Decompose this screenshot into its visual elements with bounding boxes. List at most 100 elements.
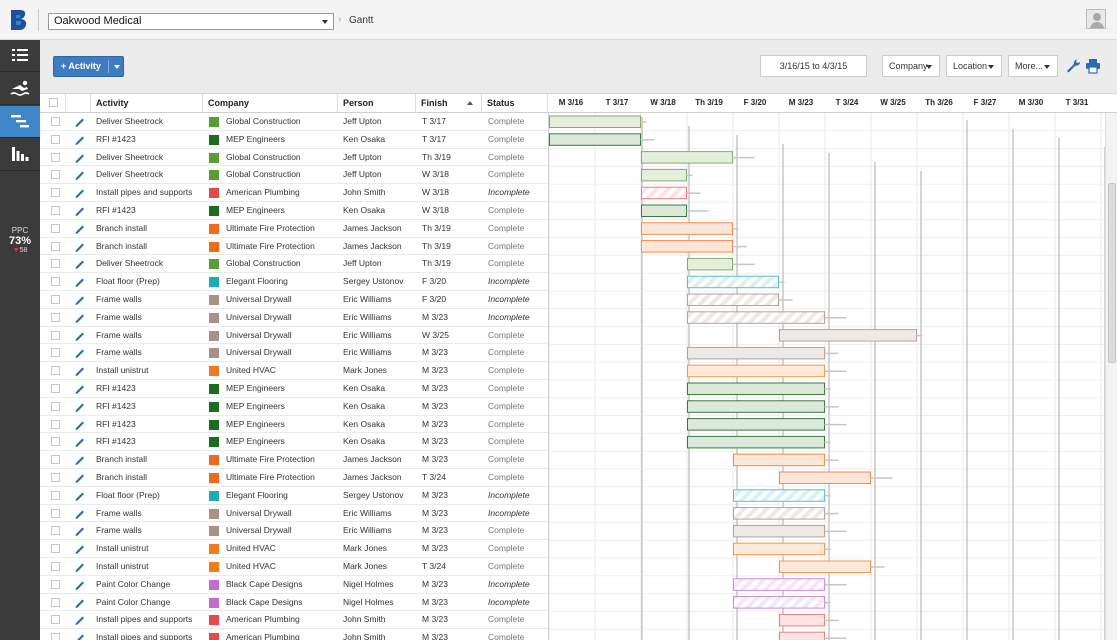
edit-pencil-icon[interactable] [74,295,86,305]
activity-cell[interactable]: RFI #1423 [96,433,202,450]
table-row[interactable]: Deliver Sheetrock Global Construction Jeff… [40,255,548,274]
activity-cell[interactable]: Install unistrut [96,558,202,575]
activity-cell[interactable]: Frame walls [96,309,202,326]
table-row[interactable]: Paint Color Change Black Cape Designs Nige… [40,594,548,612]
row-checkbox[interactable] [51,579,60,589]
edit-pencil-icon[interactable] [74,402,86,412]
table-row[interactable]: Float floor (Prep) Elegant Flooring Sergey… [40,273,548,291]
table-row[interactable]: Float floor (Prep) Elegant Flooring Sergey… [40,487,548,505]
ppc-widget[interactable]: PPC 73% ▼58 [0,226,40,254]
gantt-bar[interactable] [687,418,825,431]
row-checkbox[interactable] [51,633,60,640]
row-checkbox[interactable] [51,259,60,269]
gantt-bar[interactable] [733,578,825,591]
column-header-status[interactable]: Status [482,94,548,112]
activity-cell[interactable]: Paint Color Change [96,594,202,611]
wrench-icon[interactable] [1065,58,1081,74]
table-row[interactable]: Branch install Ultimate Fire Protection Ja… [40,238,548,256]
activity-cell[interactable]: Frame walls [96,522,202,539]
sidebar-item-pull-plan[interactable] [0,73,40,105]
table-row[interactable]: Frame walls Universal Drywall Eric William… [40,522,548,541]
activity-cell[interactable]: RFI #1423 [96,398,202,415]
table-row[interactable]: Install pipes and supports American Plumb… [40,184,548,202]
table-row[interactable]: Install pipes and supports American Plumb… [40,629,548,640]
table-row[interactable]: Frame walls Universal Drywall Eric William… [40,309,548,327]
row-checkbox[interactable] [51,508,60,518]
row-checkbox[interactable] [51,597,60,607]
gantt-bar[interactable] [779,560,871,573]
add-activity-button[interactable]: + Activity [53,56,124,77]
edit-pencil-icon[interactable] [74,580,86,590]
logo-icon[interactable] [8,8,28,32]
edit-pencil-icon[interactable] [74,633,86,640]
select-all-checkbox[interactable] [49,98,58,107]
column-header-finish[interactable]: Finish [416,94,482,112]
activity-cell[interactable]: Install pipes and supports [96,184,202,201]
edit-pencil-icon[interactable] [74,242,86,252]
activity-cell[interactable]: RFI #1423 [96,416,202,433]
edit-pencil-icon[interactable] [74,313,86,323]
gantt-bar[interactable] [687,435,825,449]
column-header-person[interactable]: Person [338,94,416,112]
row-checkbox[interactable] [51,455,60,465]
row-checkbox[interactable] [51,295,60,304]
edit-pencil-icon[interactable] [74,615,86,626]
table-row[interactable]: Deliver Sheetrock Global Construction Jeff… [40,113,548,131]
table-row[interactable]: Branch install Ultimate Fire Protection Ja… [40,469,548,487]
gantt-bar[interactable] [687,400,825,413]
gantt-bar[interactable] [687,311,825,324]
row-checkbox[interactable] [51,544,60,554]
chevron-down-icon[interactable] [114,65,120,69]
gantt-bar[interactable] [641,240,733,253]
row-checkbox[interactable] [51,437,60,447]
table-row[interactable]: Install pipes and supports American Plumb… [40,611,548,630]
row-checkbox[interactable] [51,134,60,144]
table-row[interactable]: Branch install Ultimate Fire Protection Ja… [40,451,548,469]
gantt-bar[interactable] [779,471,871,484]
activity-cell[interactable]: Frame walls [96,505,202,522]
activity-cell[interactable]: Deliver Sheetrock [96,166,202,183]
edit-pencil-icon[interactable] [74,455,86,466]
activity-cell[interactable]: Frame walls [96,344,202,361]
row-checkbox[interactable] [51,526,60,536]
row-checkbox[interactable] [51,615,60,625]
row-checkbox[interactable] [51,473,60,482]
edit-pencil-icon[interactable] [74,562,86,572]
row-checkbox[interactable] [51,366,60,376]
row-checkbox[interactable] [51,206,60,215]
edit-pencil-icon[interactable] [74,544,86,555]
table-row[interactable]: Deliver Sheetrock Global Construction Jeff… [40,166,548,185]
activity-cell[interactable]: Deliver Sheetrock [96,113,202,130]
table-row[interactable]: Frame walls Universal Drywall Eric William… [40,505,548,523]
row-checkbox[interactable] [51,330,60,340]
table-row[interactable]: RFI #1423 MEP Engineers Ken Osaka M 3/23 Com… [40,416,548,434]
activity-cell[interactable]: Deliver Sheetrock [96,255,202,272]
activity-cell[interactable]: Frame walls [96,327,202,344]
edit-pencil-icon[interactable] [74,331,86,341]
vertical-scrollbar[interactable] [1105,113,1117,640]
edit-pencil-icon[interactable] [74,259,86,270]
print-icon[interactable] [1085,58,1101,74]
edit-pencil-icon[interactable] [74,135,86,145]
table-row[interactable]: Deliver Sheetrock Global Construction Jeff… [40,149,548,167]
activity-cell[interactable]: Paint Color Change [96,576,202,593]
gantt-bar[interactable] [687,293,779,306]
edit-pencil-icon[interactable] [74,117,86,127]
gantt-bar[interactable] [641,186,687,200]
edit-pencil-icon[interactable] [74,277,86,288]
gantt-bar[interactable] [687,346,825,360]
company-filter[interactable]: Company [882,55,940,77]
activity-cell[interactable]: Install pipes and supports [96,611,202,628]
table-row[interactable]: Paint Color Change Black Cape Designs Nige… [40,576,548,594]
sidebar-item-list[interactable] [0,40,40,72]
table-row[interactable]: Install unistrut United HVAC Mark Jones M 3… [40,540,548,558]
table-row[interactable]: Frame walls Universal Drywall Eric William… [40,327,548,345]
row-checkbox[interactable] [51,348,60,358]
date-range-picker[interactable]: 3/16/15 to 4/3/15 [760,55,867,77]
edit-pencil-icon[interactable] [74,188,86,199]
table-row[interactable]: RFI #1423 MEP Engineers Ken Osaka M 3/23 Com… [40,380,548,398]
table-row[interactable]: Frame walls Universal Drywall Eric William… [40,344,548,363]
gantt-bar[interactable] [733,596,825,609]
row-checkbox[interactable] [51,419,60,429]
row-checkbox[interactable] [51,188,60,198]
